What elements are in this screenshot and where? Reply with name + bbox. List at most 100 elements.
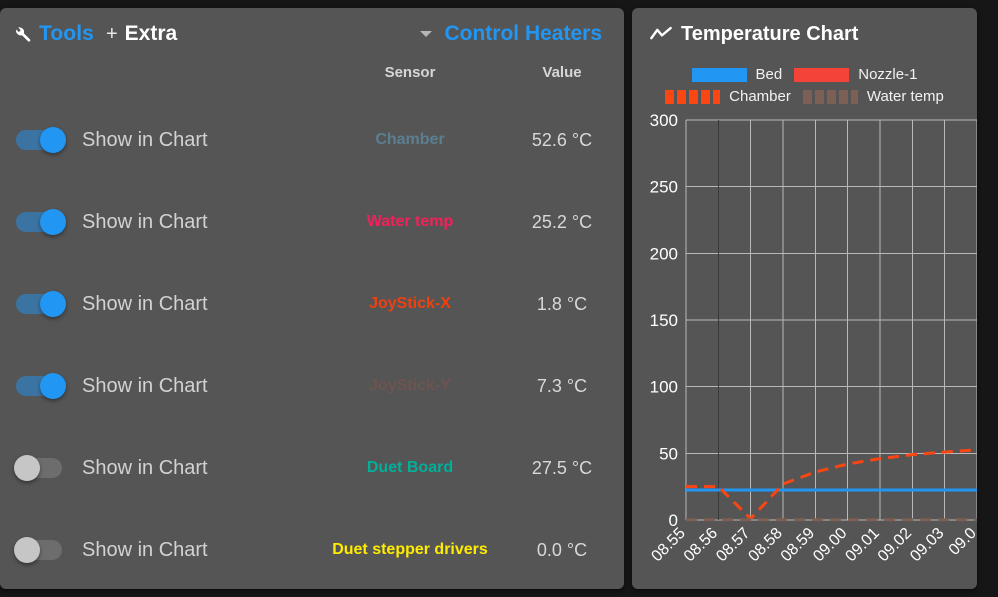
toggle-thumb	[14, 455, 40, 481]
sensor-name[interactable]: JoyStick-Y	[320, 345, 500, 427]
x-axis-tick-label: 08.58	[745, 525, 785, 565]
line-chart-icon	[650, 26, 672, 42]
toggle-label: Show in Chart	[82, 210, 208, 233]
show-in-chart-control[interactable]: Show in Chart	[0, 291, 320, 317]
sensor-table-head: Sensor Value	[0, 60, 624, 99]
tools-panel: Tools + Extra Control Heaters Sensor Val…	[0, 8, 624, 589]
y-axis-tick-label: 100	[650, 378, 678, 397]
column-header-toggle	[0, 60, 320, 99]
legend-label: Bed	[755, 66, 783, 83]
show-in-chart-toggle[interactable]	[14, 455, 66, 481]
sensor-name[interactable]: Duet stepper drivers	[320, 509, 500, 589]
x-axis-tick-label: 09.0	[946, 525, 977, 559]
x-axis-tick-label: 09.03	[907, 525, 947, 565]
chart-svg: 05010015020025030008.5508.5608.5708.5808…	[648, 111, 977, 565]
sensor-name[interactable]: JoyStick-X	[320, 263, 500, 345]
x-axis-tick-label: 08.59	[778, 525, 818, 565]
legend-swatch	[665, 89, 721, 104]
plus-separator: +	[105, 22, 118, 45]
tools-link[interactable]: Tools	[39, 22, 94, 46]
x-axis-tick-label: 09.02	[875, 525, 915, 565]
x-axis-tick-label: 09.01	[842, 525, 882, 565]
toggle-label: Show in Chart	[82, 538, 208, 561]
table-row: Show in Chart Duet stepper drivers 0.0 °C	[0, 509, 624, 589]
chart-panel-header: Temperature Chart	[632, 8, 977, 60]
toggle-thumb	[14, 537, 40, 563]
show-in-chart-toggle[interactable]	[14, 209, 66, 235]
sensor-name[interactable]: Water temp	[320, 181, 500, 263]
table-row: Show in Chart Chamber 52.6 °C	[0, 99, 624, 181]
legend-item[interactable]: Chamber	[665, 88, 791, 105]
legend-label: Water temp	[866, 88, 944, 105]
sensor-value: 52.6 °C	[531, 129, 593, 150]
table-row: Show in Chart Duet Board 27.5 °C	[0, 427, 624, 509]
toggle-label: Show in Chart	[82, 456, 208, 479]
sensor-value: 0.0 °C	[536, 539, 588, 560]
y-axis-tick-label: 50	[659, 444, 678, 463]
y-axis-tick-label: 300	[650, 111, 678, 130]
toggle-thumb	[40, 127, 66, 153]
column-header-sensor: Sensor	[384, 64, 436, 81]
legend-item[interactable]: Nozzle-1	[794, 66, 917, 83]
toggle-cell: Show in Chart	[0, 263, 320, 345]
sensor-value: 27.5 °C	[531, 457, 593, 478]
legend-item[interactable]: Water temp	[802, 88, 944, 105]
toggle-label: Show in Chart	[82, 128, 208, 151]
temperature-chart-panel: Temperature Chart Bed Nozzle-1 Chamber Wate…	[632, 8, 977, 589]
show-in-chart-control[interactable]: Show in Chart	[0, 127, 320, 153]
chart-series-line	[686, 448, 977, 521]
chart-legend: Bed Nozzle-1 Chamber Water temp	[632, 60, 977, 110]
sensor-value: 7.3 °C	[536, 375, 588, 396]
toggle-thumb	[40, 291, 66, 317]
toggle-thumb	[40, 209, 66, 235]
legend-item[interactable]: Bed	[691, 66, 783, 83]
toggle-cell: Show in Chart	[0, 99, 320, 181]
x-axis-tick-label: 08.57	[713, 525, 753, 565]
legend-swatch	[794, 67, 850, 82]
show-in-chart-control[interactable]: Show in Chart	[0, 209, 320, 235]
legend-label: Chamber	[729, 88, 791, 105]
x-axis-tick-label: 08.56	[681, 525, 721, 565]
chevron-down-icon[interactable]	[420, 31, 433, 37]
y-axis-tick-label: 250	[650, 178, 678, 197]
legend-label: Nozzle-1	[858, 66, 918, 83]
toggle-label: Show in Chart	[82, 292, 208, 315]
control-heaters-link[interactable]: Control Heaters	[444, 22, 602, 46]
wrench-icon	[12, 24, 32, 44]
toggle-cell: Show in Chart	[0, 345, 320, 427]
y-axis-tick-label: 200	[650, 244, 678, 263]
show-in-chart-toggle[interactable]	[14, 291, 66, 317]
y-axis-tick-label: 150	[650, 311, 678, 330]
x-axis-tick-label: 08.55	[648, 525, 688, 565]
toggle-cell: Show in Chart	[0, 181, 320, 263]
table-row: Show in Chart Water temp 25.2 °C	[0, 181, 624, 263]
table-header-row: Sensor Value	[0, 60, 624, 99]
x-axis-tick-label: 09.00	[810, 525, 850, 565]
show-in-chart-control[interactable]: Show in Chart	[0, 455, 320, 481]
toggle-cell: Show in Chart	[0, 509, 320, 589]
chart-title: Temperature Chart	[681, 22, 859, 45]
sensor-table-body: Show in Chart Chamber 52.6 °C Show in Chart…	[0, 99, 624, 589]
legend-swatch	[691, 67, 747, 82]
toggle-cell: Show in Chart	[0, 427, 320, 509]
column-header-value: Value	[542, 64, 582, 81]
sensor-value: 1.8 °C	[536, 293, 588, 314]
sensor-name[interactable]: Duet Board	[320, 427, 500, 509]
legend-swatch	[802, 89, 858, 104]
toggle-label: Show in Chart	[82, 374, 208, 397]
toggle-thumb	[40, 373, 66, 399]
show-in-chart-control[interactable]: Show in Chart	[0, 373, 320, 399]
table-row: Show in Chart JoyStick-X 1.8 °C	[0, 263, 624, 345]
sensor-table: Sensor Value Show in Chart Chamber 52.6 °C…	[0, 60, 624, 589]
extra-label: Extra	[124, 22, 178, 45]
show-in-chart-toggle[interactable]	[14, 537, 66, 563]
chart-plot-area: 0 50 100 150 200 250 300 08.55 08.56 08.57 08.58 08…	[632, 110, 977, 580]
show-in-chart-toggle[interactable]	[14, 373, 66, 399]
sensor-value: 25.2 °C	[531, 211, 593, 232]
sensor-name[interactable]: Chamber	[320, 99, 500, 181]
table-row: Show in Chart JoyStick-Y 7.3 °C	[0, 345, 624, 427]
app-root: Tools + Extra Control Heaters Sensor Val…	[0, 0, 998, 597]
show-in-chart-control[interactable]: Show in Chart	[0, 537, 320, 563]
show-in-chart-toggle[interactable]	[14, 127, 66, 153]
tools-panel-header: Tools + Extra Control Heaters	[0, 8, 624, 60]
